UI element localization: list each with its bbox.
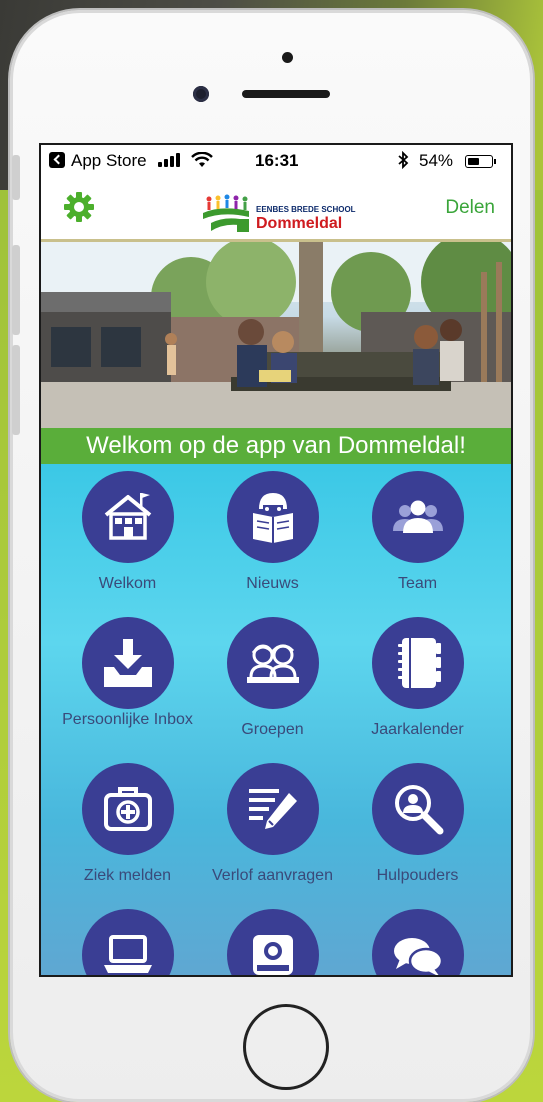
- mute-switch: [12, 155, 20, 200]
- calendar-notebook-icon: [372, 617, 464, 709]
- signal-icon: [158, 153, 186, 167]
- edit-document-icon: [227, 763, 319, 855]
- tile-label: Welkom: [98, 575, 157, 592]
- tile-label: Hulpouders: [376, 867, 459, 884]
- settings-gear-icon[interactable]: [63, 191, 95, 223]
- tile-ziek-melden[interactable]: Ziek melden: [55, 756, 200, 906]
- tile-label: Team: [397, 575, 438, 592]
- reading-newspaper-icon: [227, 471, 319, 563]
- welcome-banner: Welkom op de app van Dommeldal!: [41, 428, 511, 464]
- volume-down-button: [12, 345, 20, 435]
- home-button[interactable]: [243, 1004, 329, 1090]
- inbox-download-icon: [82, 617, 174, 709]
- tile-verlof-aanvragen[interactable]: Verlof aanvragen: [200, 756, 345, 906]
- earpiece-speaker: [242, 90, 330, 98]
- laptop-icon: [82, 909, 174, 975]
- tile-hulpouders[interactable]: Hulpouders: [345, 756, 490, 906]
- status-bar: App Store 16:31 54%: [41, 145, 511, 177]
- tile-persoonlijke-inbox[interactable]: Persoonlijke Inbox: [55, 610, 200, 760]
- share-button[interactable]: Delen: [445, 197, 495, 219]
- children-group-icon: [227, 617, 319, 709]
- bluetooth-icon: [397, 150, 409, 174]
- tile-label: Jaarkalender: [371, 721, 464, 738]
- team-people-icon: [372, 471, 464, 563]
- schoolyard-photo-illustration: [41, 242, 511, 428]
- tile-team[interactable]: Team: [345, 464, 490, 614]
- wifi-icon: [191, 151, 213, 173]
- app-screen: App Store 16:31 54% EENBES BREDE SCHOOL …: [41, 145, 511, 975]
- tile-label: Nieuws: [246, 575, 299, 592]
- logo-title: Dommeldal: [256, 215, 343, 232]
- front-camera: [193, 86, 209, 102]
- proximity-sensor: [282, 52, 293, 63]
- battery-percentage: 54%: [419, 151, 454, 170]
- camera-icon: [227, 909, 319, 975]
- hero-photo: [41, 242, 511, 428]
- chat-bubbles-icon: [372, 909, 464, 975]
- school-house-icon: [82, 471, 174, 563]
- school-logo: EENBES BREDE SCHOOL Dommeldal: [201, 193, 361, 233]
- tile-groepen[interactable]: Groepen: [200, 610, 345, 760]
- clock: 16:31: [255, 151, 299, 170]
- back-to-app-icon[interactable]: [49, 152, 65, 168]
- menu-grid: Welkom Nieuws Team Persoonlijke Inbox Gr…: [41, 464, 511, 975]
- tile-welkom[interactable]: Welkom: [55, 464, 200, 614]
- tile-label: Verlof aanvragen: [212, 867, 333, 884]
- tile-computer[interactable]: [55, 902, 200, 975]
- tile-label: Ziek melden: [83, 867, 172, 884]
- battery-icon: [465, 155, 496, 168]
- back-app-label[interactable]: App Store: [71, 151, 147, 171]
- first-aid-kit-icon: [82, 763, 174, 855]
- logo-subtitle: EENBES BREDE SCHOOL: [256, 205, 356, 214]
- tile-jaarkalender[interactable]: Jaarkalender: [345, 610, 490, 760]
- children-logo-icon: [203, 194, 249, 232]
- tile-nieuws[interactable]: Nieuws: [200, 464, 345, 614]
- search-person-icon: [372, 763, 464, 855]
- tile-label: Groepen: [241, 721, 304, 738]
- volume-up-button: [12, 245, 20, 335]
- tile-fotoalbum[interactable]: [200, 902, 345, 975]
- tile-chat[interactable]: [345, 902, 490, 975]
- navigation-bar: EENBES BREDE SCHOOL Dommeldal Delen: [41, 177, 511, 242]
- tile-label: Persoonlijke Inbox: [62, 711, 193, 728]
